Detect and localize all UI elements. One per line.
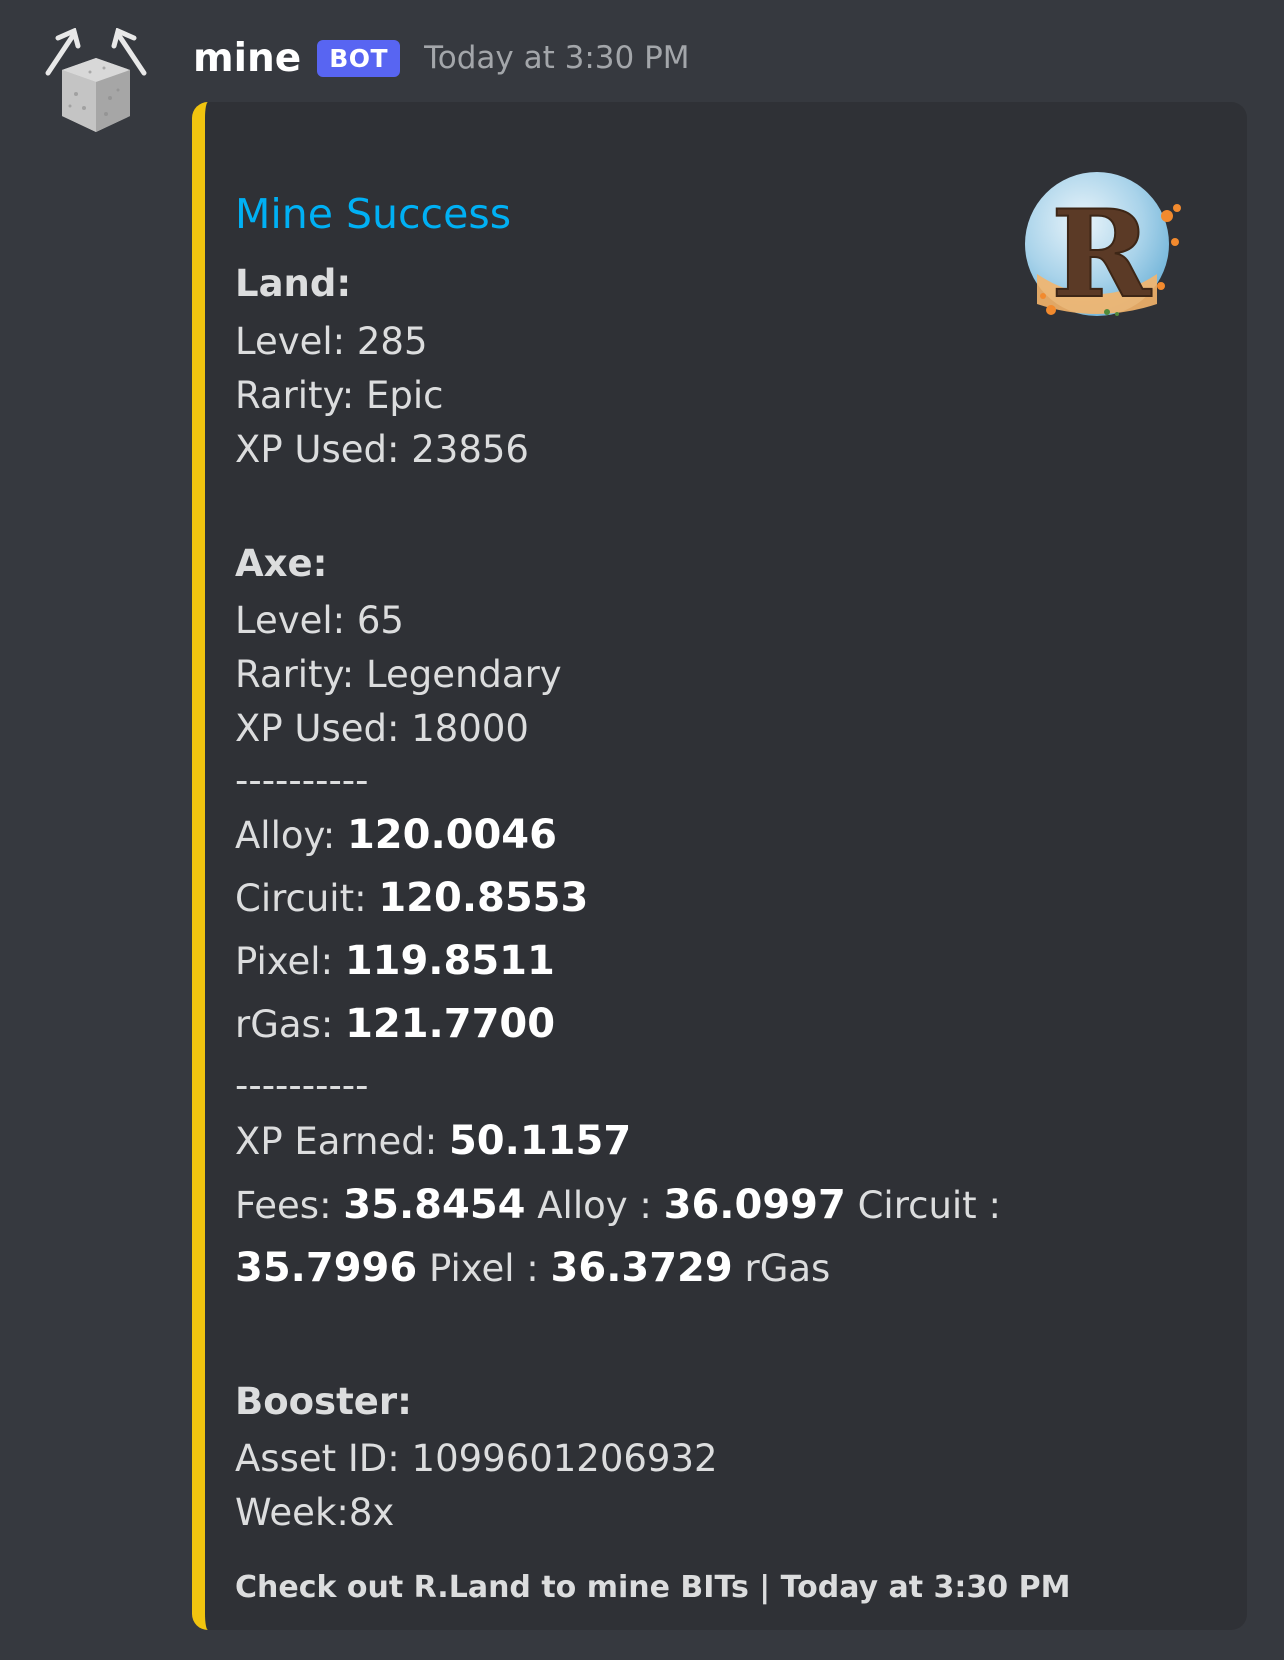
booster-asset-id: Asset ID: 1099601206932 [235,1437,718,1480]
message-timestamp[interactable]: Today at 3:30 PM [424,40,689,76]
land-level: Level: 285 [235,320,428,363]
rgas-label: rGas: [235,1003,346,1046]
divider: ---------- [235,759,369,802]
axe-header: Axe: [235,542,328,585]
pixel-value: 119.8511 [344,938,555,984]
land-rarity: Rarity: Epic [235,374,444,417]
divider: ---------- [235,1064,369,1107]
xp-earned-value: 50.1157 [448,1118,632,1164]
fees-rgas-unit: rGas [732,1247,831,1290]
embed-thumbnail[interactable]: R [1017,164,1197,344]
fees-alloy-unit: Alloy : [525,1184,664,1227]
axe-level: Level: 65 [235,599,404,642]
land-xp-used: XP Used: 23856 [235,428,529,471]
booster-header: Booster: [235,1380,412,1423]
bot-badge: BOT [317,39,401,77]
alloy-value: 120.0046 [346,812,557,858]
fees-circuit-unit: Circuit : [845,1184,1001,1227]
booster-week: Week:8x [235,1491,395,1534]
pixel-row: Pixel: 119.8511 [235,938,555,984]
username[interactable]: mine [193,36,301,81]
fees-rgas-value: 36.3729 [550,1245,733,1291]
land-header: Land: [235,262,352,305]
circuit-value: 120.8553 [378,875,589,921]
fees-row-2: 35.7996 Pixel : 36.3729 rGas [235,1245,830,1291]
rgas-value: 121.7700 [345,1001,556,1047]
fees-row-1: Fees: 35.8454 Alloy : 36.0997 Circuit : [235,1182,1001,1228]
alloy-label: Alloy: [235,814,347,857]
rgas-row: rGas: 121.7700 [235,1001,555,1047]
circuit-row: Circuit: 120.8553 [235,875,588,921]
fees-circuit-value: 36.0997 [663,1182,846,1228]
thumbnail-letter: R [1051,184,1152,325]
embed-title[interactable]: Mine Success [235,190,511,238]
message-header: mine BOT Today at 3:30 PM [193,28,690,88]
xp-earned-row: XP Earned: 50.1157 [235,1118,631,1164]
axe-xp-used: XP Used: 18000 [235,707,529,750]
fees-pixel-value: 35.7996 [235,1245,418,1291]
alloy-row: Alloy: 120.0046 [235,812,557,858]
fees-label: Fees: [235,1184,344,1227]
circuit-label: Circuit: [235,877,379,920]
axe-rarity: Rarity: Legendary [235,653,562,696]
xp-earned-label: XP Earned: [235,1120,449,1163]
embed-footer: Check out R.Land to mine BITs | Today at… [235,1570,1071,1605]
bot-avatar[interactable] [40,27,152,140]
fees-alloy-value: 35.8454 [343,1182,526,1228]
fees-pixel-unit: Pixel : [417,1247,551,1290]
pixel-label: Pixel: [235,940,345,983]
embed-card: Mine Success R Land: Level: 285 Rarity: … [192,102,1247,1630]
